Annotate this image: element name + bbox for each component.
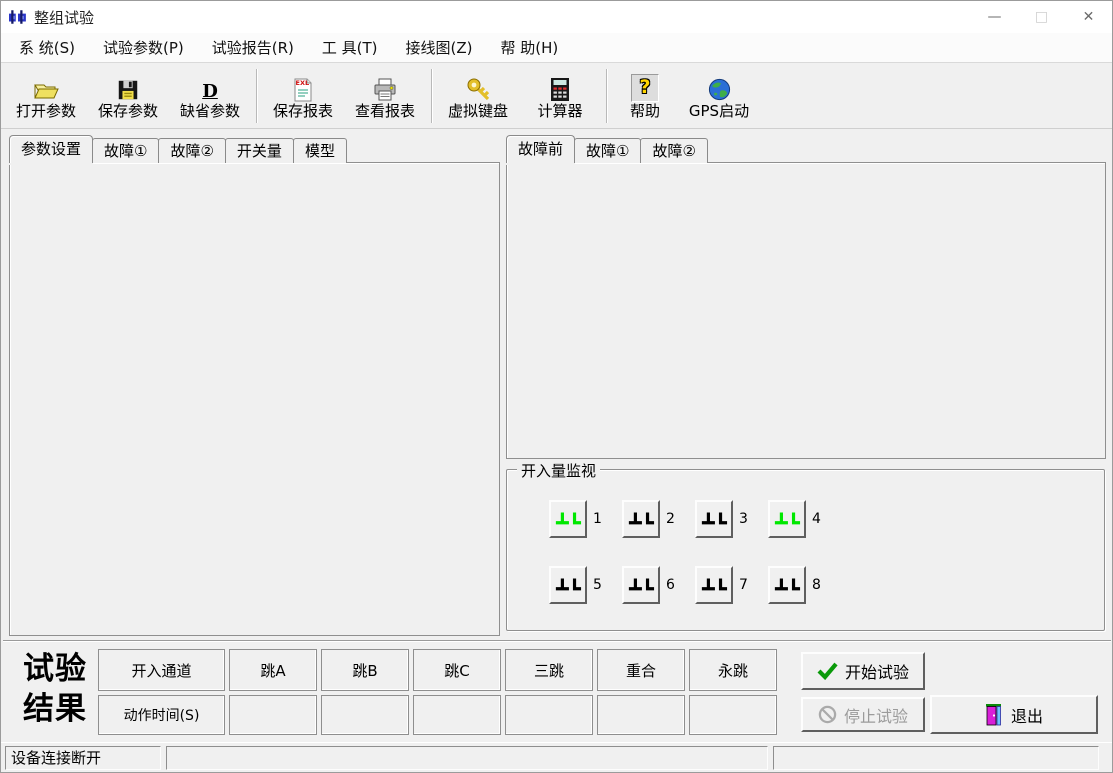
results-value-trip-a xyxy=(229,695,317,735)
menu-test-params[interactable]: 试验参数(P) xyxy=(89,33,198,62)
tab-switch-quantity[interactable]: 开关量 xyxy=(225,138,294,163)
close-button[interactable]: ✕ xyxy=(1065,1,1112,33)
results-header-three-trip: 三跳 xyxy=(505,649,593,691)
key-icon xyxy=(466,72,491,102)
check-icon xyxy=(817,662,838,680)
results-title: 试验 结果 xyxy=(13,649,97,729)
calculator-button[interactable]: 计算器 xyxy=(519,66,601,126)
binary-input-7[interactable] xyxy=(695,566,733,604)
binary-input-3[interactable] xyxy=(695,500,733,538)
app-icon xyxy=(9,8,27,26)
question-mark-icon: ? xyxy=(631,72,659,102)
binary-input-8[interactable] xyxy=(768,566,806,604)
tab-prefault[interactable]: 故障前 xyxy=(506,135,575,163)
menu-tools[interactable]: 工 具(T) xyxy=(308,33,392,62)
binary-input-5[interactable] xyxy=(549,566,587,604)
results-header-perm-trip: 永跳 xyxy=(689,649,777,691)
toolbar-separator xyxy=(256,69,257,123)
results-header-trip-a: 跳A xyxy=(229,649,317,691)
results-value-trip-b xyxy=(321,695,409,735)
binary-input-1[interactable] xyxy=(549,500,587,538)
tab-fault-2-right[interactable]: 故障② xyxy=(640,138,707,163)
printer-icon xyxy=(372,72,398,102)
exit-door-icon xyxy=(985,703,1004,726)
binary-input-number: 4 xyxy=(812,500,832,538)
window-title: 整组试验 xyxy=(34,7,94,28)
results-value-three-trip xyxy=(505,695,593,735)
results-header-channel: 开入通道 xyxy=(98,649,225,691)
minimize-button[interactable]: — xyxy=(971,1,1018,33)
floppy-disk-icon xyxy=(116,72,140,102)
results-value-perm-trip xyxy=(689,695,777,735)
horizontal-separator xyxy=(3,640,1111,642)
title-bar: 整组试验 — □ ✕ xyxy=(1,1,1112,33)
right-tab-strip: 故障前 故障① 故障② xyxy=(506,136,707,163)
open-params-button[interactable]: 打开参数 xyxy=(5,66,87,126)
menu-test-report[interactable]: 试验报告(R) xyxy=(198,33,308,62)
tab-param-settings[interactable]: 参数设置 xyxy=(9,135,93,163)
status-right xyxy=(773,746,1099,770)
status-middle xyxy=(166,746,768,770)
maximize-button[interactable]: □ xyxy=(1018,1,1065,33)
tab-fault-2-left[interactable]: 故障② xyxy=(158,138,225,163)
menu-help[interactable]: 帮 助(H) xyxy=(487,33,573,62)
stop-test-button[interactable]: 停止试验 xyxy=(801,697,925,732)
tab-fault-1-left[interactable]: 故障① xyxy=(92,138,159,163)
help-button[interactable]: ? 帮助 xyxy=(612,66,678,126)
svg-text:EXL: EXL xyxy=(296,79,310,87)
calculator-icon xyxy=(550,72,570,102)
tab-fault-1-right[interactable]: 故障① xyxy=(574,138,641,163)
status-bar: 设备连接断开 xyxy=(1,742,1112,773)
toolbar-separator xyxy=(606,69,607,123)
toolbar-separator xyxy=(431,69,432,123)
save-report-button[interactable]: EXL 保存报表 xyxy=(262,66,344,126)
prefault-page xyxy=(506,162,1106,459)
binary-input-number: 3 xyxy=(739,500,759,538)
start-test-button[interactable]: 开始试验 xyxy=(801,652,925,690)
menu-system[interactable]: 系 统(S) xyxy=(5,33,89,62)
view-report-button[interactable]: 查看报表 xyxy=(344,66,426,126)
excel-document-icon: EXL xyxy=(291,72,315,102)
letter-d-icon: D xyxy=(202,72,218,102)
results-value-reclose xyxy=(597,695,685,735)
virtual-keyboard-button[interactable]: 虚拟键盘 xyxy=(437,66,519,126)
left-tab-strip: 参数设置 故障① 故障② 开关量 模型 xyxy=(9,136,346,163)
binary-input-number: 2 xyxy=(666,500,686,538)
results-header-trip-c: 跳C xyxy=(413,649,501,691)
tab-model[interactable]: 模型 xyxy=(293,138,347,163)
binary-input-number: 7 xyxy=(739,566,759,604)
stop-icon xyxy=(818,705,837,724)
toolbar: 打开参数 保存参数 D 缺省参数 xyxy=(1,62,1112,129)
binary-input-2[interactable] xyxy=(622,500,660,538)
menu-wiring-diagram[interactable]: 接线图(Z) xyxy=(392,33,487,62)
binary-input-number: 6 xyxy=(666,566,686,604)
results-row-label: 动作时间(S) xyxy=(98,695,225,735)
results-header-reclose: 重合 xyxy=(597,649,685,691)
binary-input-number: 8 xyxy=(812,566,832,604)
binary-monitor-title: 开入量监视 xyxy=(517,460,600,481)
status-connection: 设备连接断开 xyxy=(5,746,161,770)
binary-monitor-group: 开入量监视 xyxy=(506,469,1105,631)
binary-input-4[interactable] xyxy=(768,500,806,538)
param-settings-page xyxy=(9,162,500,636)
open-folder-icon xyxy=(33,72,60,102)
globe-icon xyxy=(707,72,732,102)
binary-input-number: 1 xyxy=(593,500,613,538)
default-params-button[interactable]: D 缺省参数 xyxy=(169,66,251,126)
app-window: 整组试验 — □ ✕ 系 统(S) 试验参数(P) 试验报告(R) 工 具(T)… xyxy=(0,0,1113,773)
binary-input-6[interactable] xyxy=(622,566,660,604)
binary-input-number: 5 xyxy=(593,566,613,604)
save-params-button[interactable]: 保存参数 xyxy=(87,66,169,126)
exit-button[interactable]: 退出 xyxy=(930,695,1098,734)
menu-bar: 系 统(S) 试验参数(P) 试验报告(R) 工 具(T) 接线图(Z) 帮 助… xyxy=(1,33,1112,62)
results-header-trip-b: 跳B xyxy=(321,649,409,691)
results-value-trip-c xyxy=(413,695,501,735)
gps-start-button[interactable]: GPS启动 xyxy=(678,66,760,126)
